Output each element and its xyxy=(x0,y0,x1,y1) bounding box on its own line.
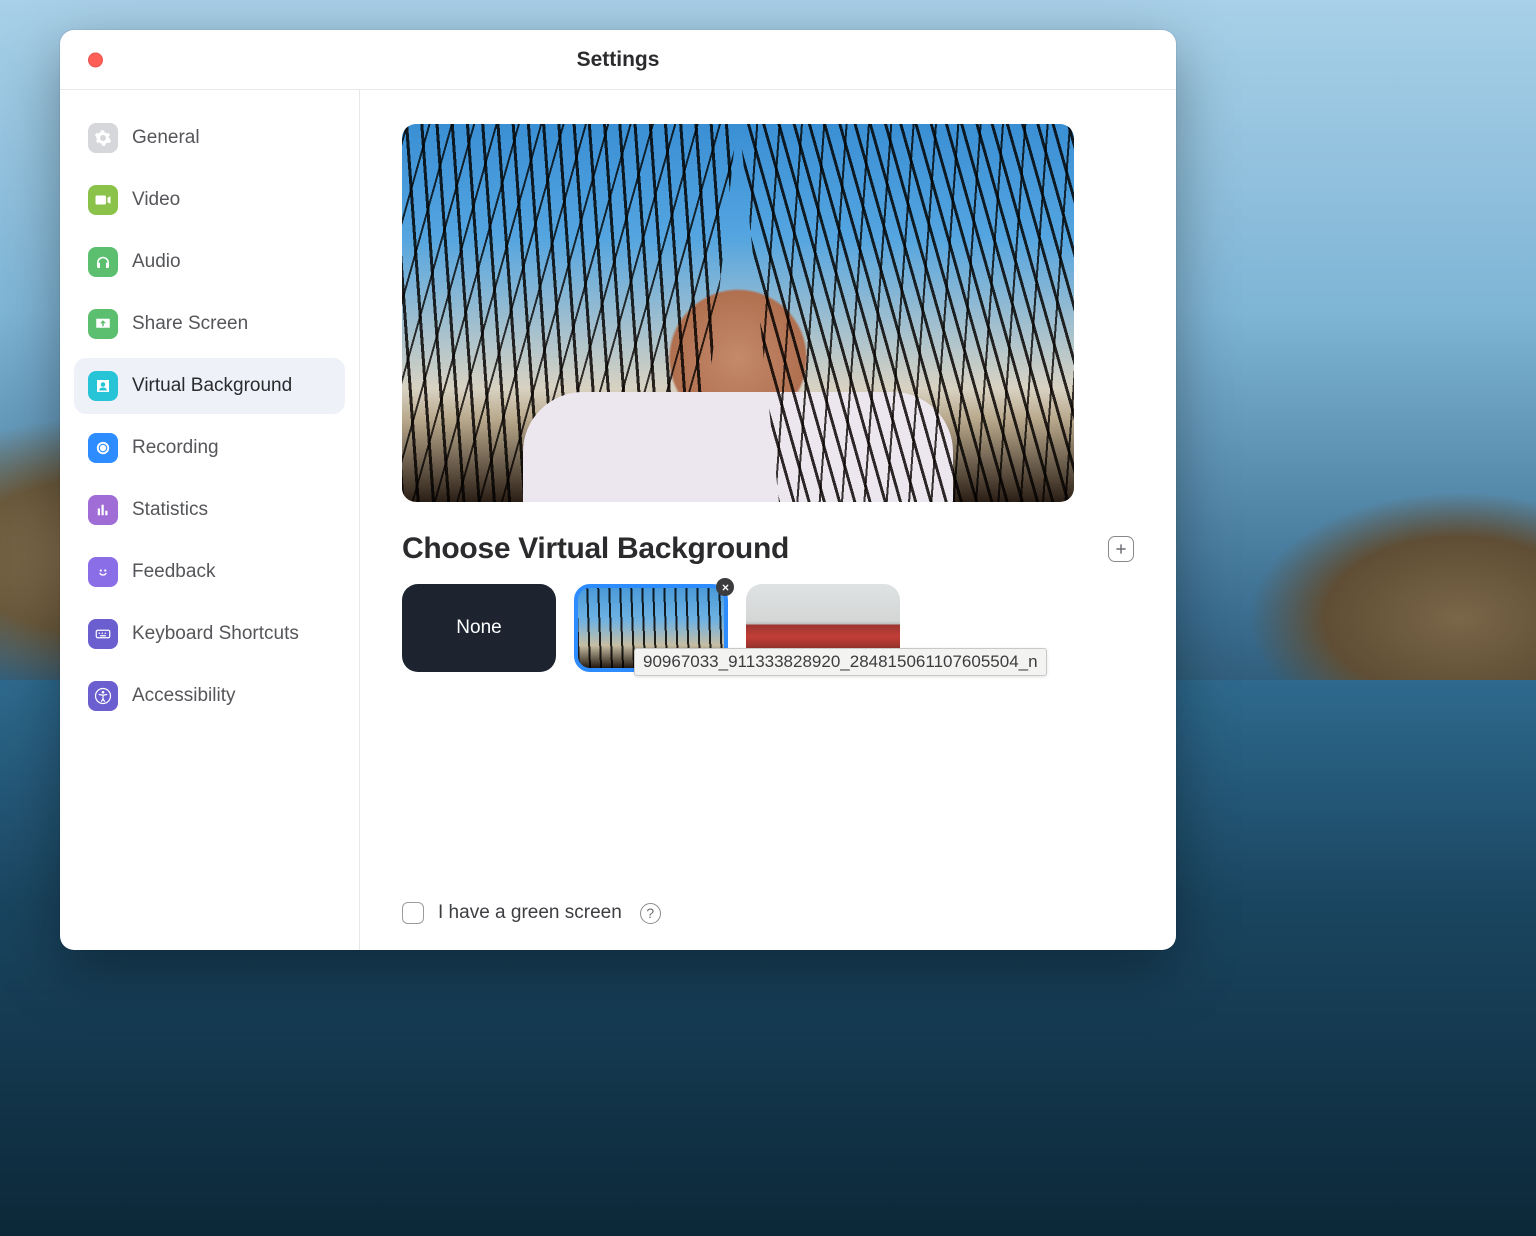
sidebar-item-audio[interactable]: Audio xyxy=(74,234,345,290)
background-thumbnails: None 90967033_911333828920_2848150611076… xyxy=(402,584,1134,672)
headphones-icon xyxy=(88,247,118,277)
sidebar-item-accessibility[interactable]: Accessibility xyxy=(74,668,345,724)
sidebar-item-label: Statistics xyxy=(132,499,208,521)
sidebar-item-video[interactable]: Video xyxy=(74,172,345,228)
section-title: Choose Virtual Background xyxy=(402,532,789,566)
sidebar-item-keyboard-shortcuts[interactable]: Keyboard Shortcuts xyxy=(74,606,345,662)
window-title: Settings xyxy=(577,48,660,72)
sidebar-item-feedback[interactable]: Feedback xyxy=(74,544,345,600)
smile-icon xyxy=(88,557,118,587)
video-icon xyxy=(88,185,118,215)
sidebar-item-recording[interactable]: Recording xyxy=(74,420,345,476)
person-card-icon xyxy=(88,371,118,401)
sidebar-item-label: General xyxy=(132,127,200,149)
question-mark-icon: ? xyxy=(646,905,654,921)
settings-content: Choose Virtual Background None 90967033_… xyxy=(360,90,1176,950)
green-screen-help-button[interactable]: ? xyxy=(640,903,661,924)
sidebar-item-label: Audio xyxy=(132,251,181,273)
sidebar-item-label: Video xyxy=(132,189,180,211)
keyboard-icon xyxy=(88,619,118,649)
sidebar-item-label: Accessibility xyxy=(132,685,235,707)
video-preview-person xyxy=(523,392,953,502)
green-screen-row: I have a green screen ? xyxy=(402,902,1134,924)
green-screen-checkbox[interactable] xyxy=(402,902,424,924)
sidebar-item-label: Share Screen xyxy=(132,313,248,335)
sidebar-item-label: Recording xyxy=(132,437,219,459)
sidebar-item-label: Virtual Background xyxy=(132,375,292,397)
settings-sidebar: General Video Audio Share Screen xyxy=(60,90,360,950)
sidebar-item-label: Keyboard Shortcuts xyxy=(132,623,299,645)
video-preview xyxy=(402,124,1074,502)
record-icon xyxy=(88,433,118,463)
thumb-none-label: None xyxy=(456,617,501,639)
remove-background-button[interactable] xyxy=(716,578,734,596)
share-screen-icon xyxy=(88,309,118,339)
sidebar-item-share-screen[interactable]: Share Screen xyxy=(74,296,345,352)
sidebar-item-label: Feedback xyxy=(132,561,215,583)
bar-chart-icon xyxy=(88,495,118,525)
accessibility-icon xyxy=(88,681,118,711)
background-option-none[interactable]: None xyxy=(402,584,556,672)
add-background-button[interactable] xyxy=(1108,536,1134,562)
settings-window: Settings General Video Audio xyxy=(60,30,1176,950)
sidebar-item-virtual-background[interactable]: Virtual Background xyxy=(74,358,345,414)
close-icon xyxy=(721,583,730,592)
background-filename-tooltip: 90967033_911333828920_284815061107605504… xyxy=(634,648,1047,676)
sidebar-item-statistics[interactable]: Statistics xyxy=(74,482,345,538)
plus-icon xyxy=(1114,542,1128,556)
green-screen-label: I have a green screen xyxy=(438,902,622,924)
close-window-button[interactable] xyxy=(88,52,103,67)
gear-icon xyxy=(88,123,118,153)
sidebar-item-general[interactable]: General xyxy=(74,110,345,166)
section-header: Choose Virtual Background xyxy=(402,532,1134,566)
titlebar: Settings xyxy=(60,30,1176,90)
window-body: General Video Audio Share Screen xyxy=(60,90,1176,950)
